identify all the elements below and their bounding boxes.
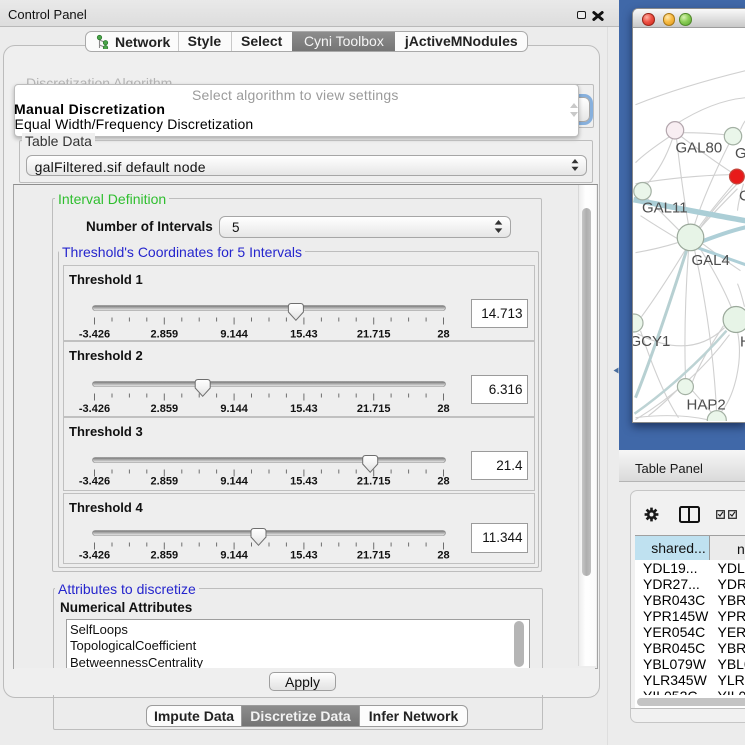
svg-text:28: 28 xyxy=(437,403,449,415)
svg-text:GAL3: GAL3 xyxy=(735,145,745,162)
svg-text:-3.426: -3.426 xyxy=(78,403,109,415)
svg-text:15.43: 15.43 xyxy=(290,328,318,340)
svg-text:9.144: 9.144 xyxy=(220,328,248,340)
svg-text:15.43: 15.43 xyxy=(290,549,318,561)
svg-text:21.715: 21.715 xyxy=(356,475,390,487)
svg-text:GAL11: GAL11 xyxy=(642,200,688,217)
svg-text:15.43: 15.43 xyxy=(290,475,318,487)
svg-text:-3.426: -3.426 xyxy=(78,549,109,561)
svg-text:2.859: 2.859 xyxy=(150,328,178,340)
svg-text:-3.426: -3.426 xyxy=(78,475,109,487)
svg-text:-3.426: -3.426 xyxy=(78,328,109,340)
svg-text:GCY1: GCY1 xyxy=(633,333,670,350)
svg-text:28: 28 xyxy=(437,328,449,340)
svg-text:9.144: 9.144 xyxy=(220,549,248,561)
svg-text:2.859: 2.859 xyxy=(150,475,178,487)
svg-text:28: 28 xyxy=(437,549,449,561)
svg-text:2.859: 2.859 xyxy=(150,403,178,415)
svg-text:HI: HI xyxy=(740,334,745,351)
svg-text:HAP2: HAP2 xyxy=(686,397,725,414)
svg-text:9.144: 9.144 xyxy=(220,475,248,487)
svg-text:9.144: 9.144 xyxy=(220,403,248,415)
svg-text:15.43: 15.43 xyxy=(290,403,318,415)
svg-text:GAL4: GAL4 xyxy=(691,252,729,269)
svg-text:CD: CD xyxy=(739,188,745,205)
svg-text:2.859: 2.859 xyxy=(150,549,178,561)
svg-text:21.715: 21.715 xyxy=(356,328,390,340)
svg-text:GAL80: GAL80 xyxy=(675,140,722,157)
svg-text:28: 28 xyxy=(437,475,449,487)
svg-text:21.715: 21.715 xyxy=(356,549,390,561)
svg-text:21.715: 21.715 xyxy=(356,403,390,415)
